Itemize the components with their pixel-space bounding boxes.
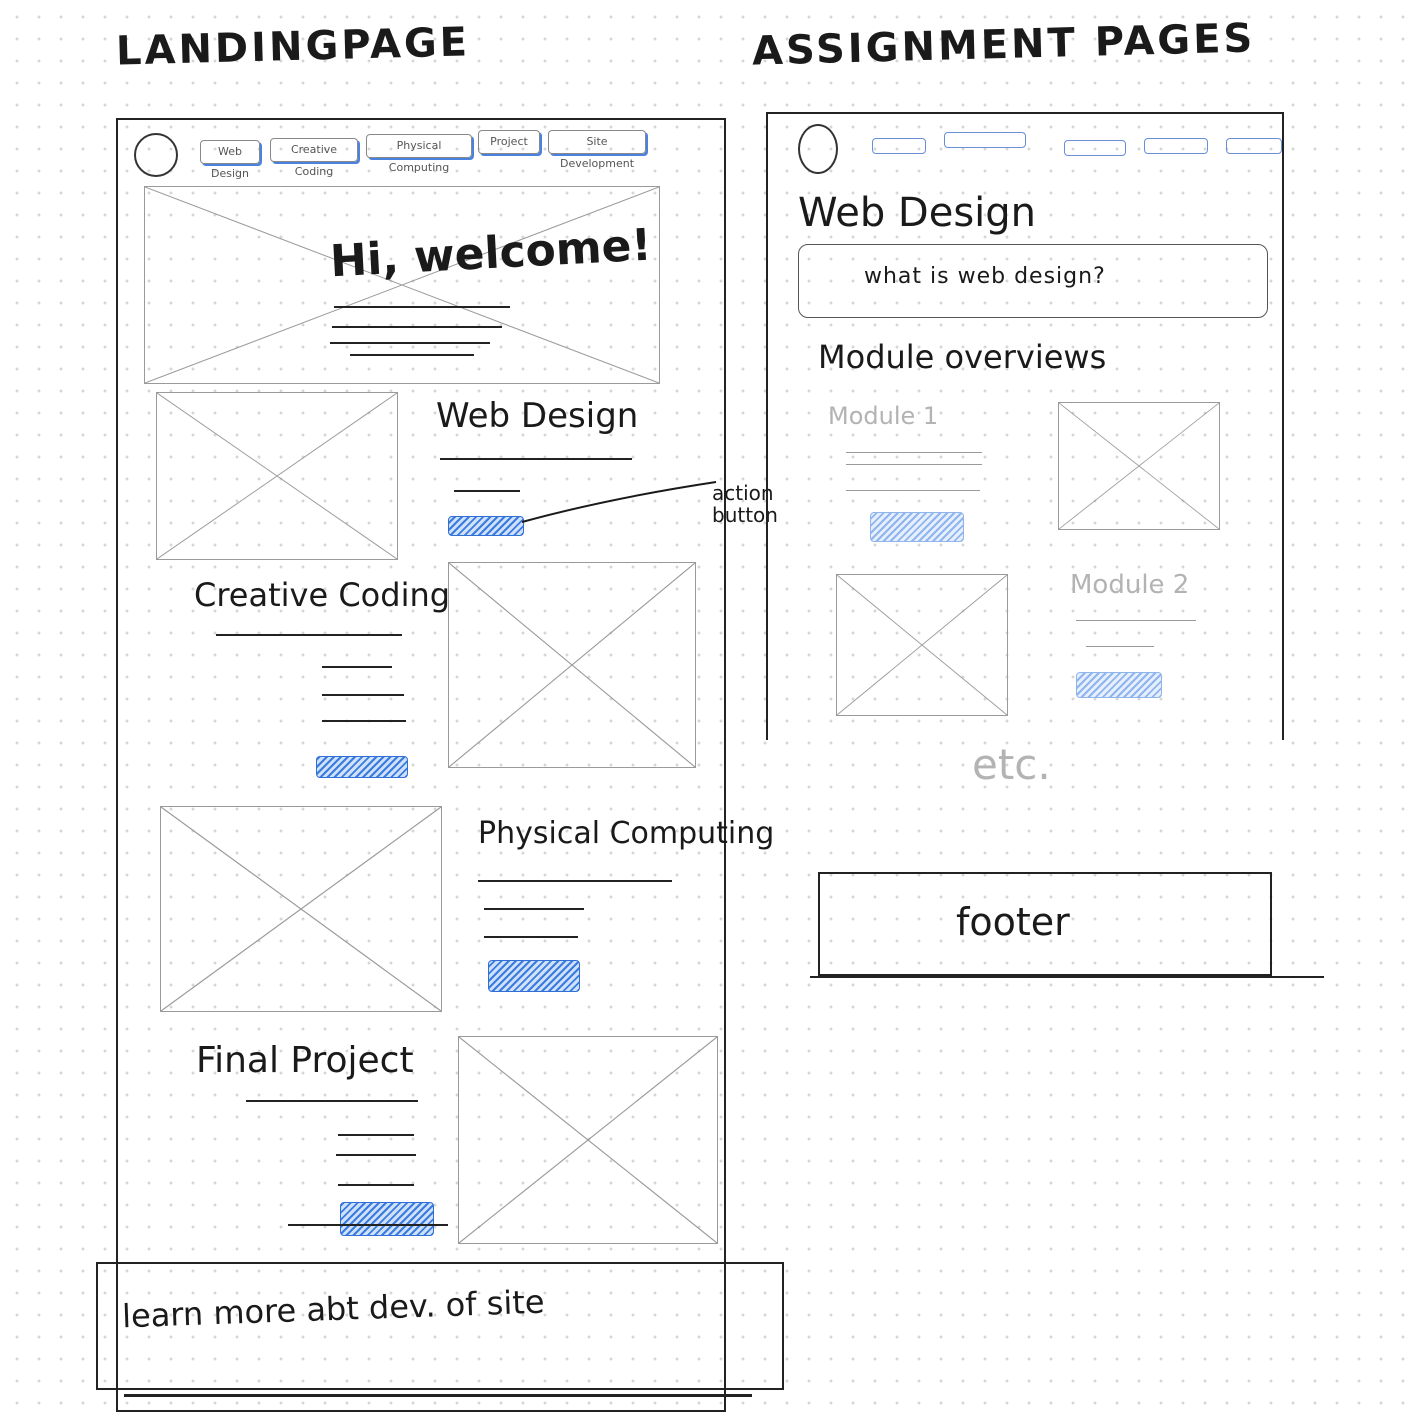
- module-2-label: Module 2: [1070, 570, 1190, 600]
- web-design-image-placeholder: [156, 392, 398, 560]
- nav-tab[interactable]: [872, 138, 926, 154]
- module-1-action-button[interactable]: [870, 512, 964, 542]
- hero-text-line: [330, 342, 490, 344]
- nav-tab[interactable]: [1144, 138, 1208, 154]
- web-design-action-button[interactable]: [448, 516, 524, 536]
- section-text-line: [322, 694, 404, 696]
- creative-coding-heading: Creative Coding: [194, 576, 451, 614]
- section-text-line: [288, 1224, 448, 1226]
- nav-tab[interactable]: [1226, 138, 1282, 154]
- nav-tab[interactable]: [944, 132, 1026, 148]
- etc-note: etc.: [972, 740, 1051, 789]
- physical-computing-action-button[interactable]: [488, 960, 580, 992]
- module-2-image-placeholder: [836, 574, 1008, 716]
- web-design-heading: Web Design: [436, 396, 639, 436]
- final-project-image-placeholder: [458, 1036, 718, 1244]
- section-text-line: [484, 936, 578, 938]
- module-2-action-button[interactable]: [1076, 672, 1162, 698]
- section-text-line: [338, 1134, 414, 1136]
- final-project-heading: Final Project: [196, 1040, 414, 1081]
- module-overviews-heading: Module overviews: [818, 338, 1107, 376]
- assignment-page-heading: Web Design: [798, 190, 1037, 236]
- nav-tab-physical-computing[interactable]: Physical Computing: [366, 134, 472, 174]
- section-text-line: [322, 720, 406, 722]
- nav-tab-web-design[interactable]: Web Design: [200, 140, 260, 180]
- hero-text-line: [332, 326, 502, 328]
- module-text-line: [846, 490, 980, 491]
- logo-circle-icon: [798, 124, 838, 174]
- assignment-footer-text: footer: [956, 900, 1070, 944]
- logo-circle-icon: [134, 133, 178, 177]
- hero-text-line: [350, 354, 474, 356]
- section-text-line: [484, 908, 584, 910]
- footer-edge-line: [810, 976, 1324, 978]
- assignment-pages-title: ASSIGNMENT PAGES: [751, 15, 1256, 75]
- module-text-line: [846, 452, 982, 453]
- module-text-line: [846, 464, 982, 465]
- section-text-line: [246, 1100, 418, 1102]
- section-text-line: [322, 666, 392, 668]
- section-text-line: [478, 880, 672, 882]
- physical-computing-image-placeholder: [160, 806, 442, 1012]
- section-text-line: [216, 634, 402, 636]
- physical-computing-heading: Physical Computing: [478, 816, 775, 851]
- section-text-line: [454, 490, 520, 492]
- nav-tab-project[interactable]: Project: [478, 130, 540, 154]
- hero-text-line: [334, 306, 510, 308]
- annotation-arrow: [521, 481, 717, 523]
- creative-coding-action-button[interactable]: [316, 756, 408, 778]
- module-text-line: [1076, 620, 1196, 621]
- footer-scribble-line: [124, 1394, 752, 1397]
- module-text-line: [1086, 646, 1154, 647]
- section-text-line: [336, 1154, 416, 1156]
- intro-box-text: what is web design?: [864, 264, 1106, 289]
- section-text-line: [440, 458, 632, 460]
- final-project-action-button[interactable]: [340, 1202, 434, 1236]
- nav-tab-creative-coding[interactable]: Creative Coding: [270, 138, 358, 178]
- module-1-image-placeholder: [1058, 402, 1220, 530]
- nav-tab[interactable]: [1064, 140, 1126, 156]
- landing-page-title: LANDINGPAGE: [115, 19, 471, 75]
- creative-coding-image-placeholder: [448, 562, 696, 768]
- module-1-label: Module 1: [828, 402, 939, 430]
- section-text-line: [338, 1184, 414, 1186]
- nav-tab-site-development[interactable]: Site Development: [548, 130, 646, 170]
